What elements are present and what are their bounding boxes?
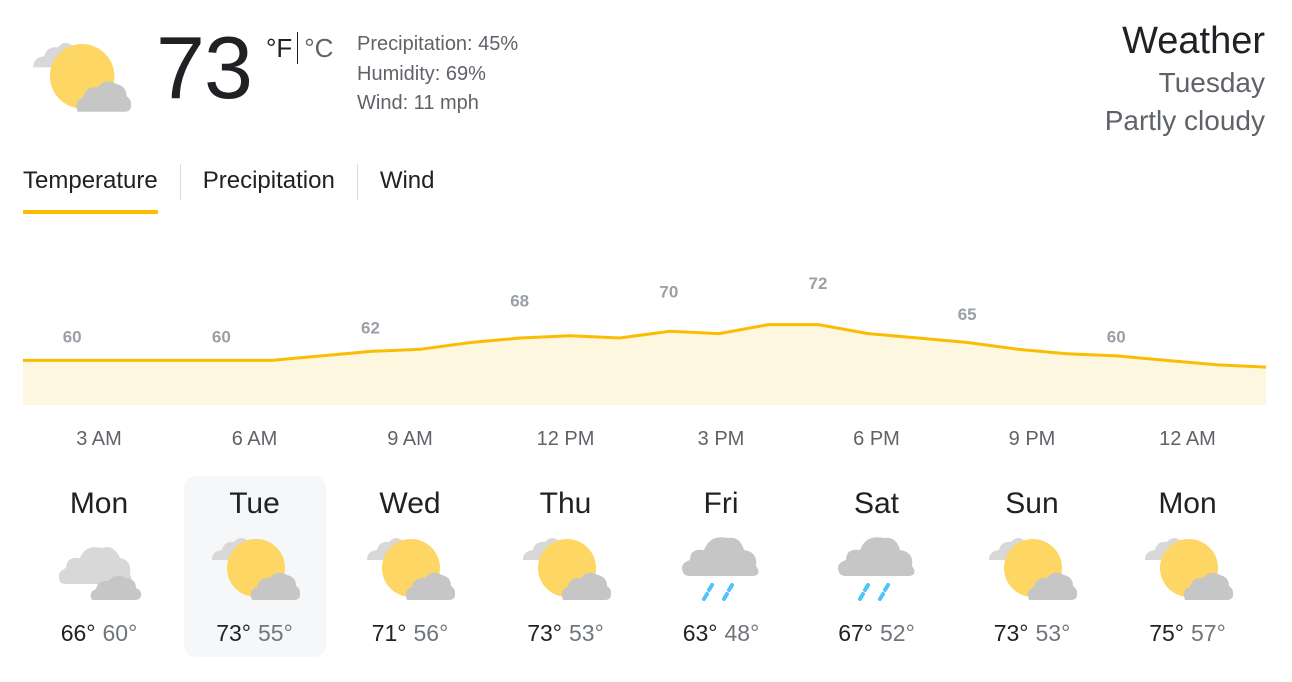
- day-temperatures: 66° 60°: [28, 618, 170, 648]
- day-name: Sun: [1005, 487, 1059, 520]
- unit-fahrenheit-toggle[interactable]: °F: [266, 33, 292, 64]
- high-temp: 73°: [216, 620, 251, 646]
- temperature-data-label: 65: [958, 305, 977, 324]
- day-name: Mon: [69, 487, 129, 520]
- metric-tabs: Temperature Precipitation Wind: [23, 160, 435, 216]
- forecast-day[interactable]: Fri 63° 48°: [650, 476, 792, 657]
- time-tick-label: 9 AM: [387, 428, 433, 450]
- day-name: Sat: [853, 487, 900, 520]
- condition-text: Partly cloudy: [1104, 105, 1265, 136]
- forecast-day[interactable]: Sun 73° 53°: [961, 476, 1103, 657]
- time-tick-label: 6 AM: [231, 428, 278, 450]
- tab-precipitation[interactable]: Precipitation: [203, 160, 335, 202]
- high-temp: 66°: [60, 620, 96, 646]
- partly-cloudy-icon: [210, 530, 300, 602]
- low-temp: 53°: [569, 620, 604, 646]
- day-temperatures: 67° 52°: [806, 618, 948, 648]
- cloudy-icon: [54, 530, 144, 602]
- low-temp: 53°: [1035, 620, 1071, 646]
- rain-icon: [676, 530, 766, 602]
- time-tick-label: 3 PM: [697, 428, 745, 450]
- low-temp: 56°: [413, 620, 449, 646]
- forecast-day[interactable]: Sat 67° 52°: [806, 476, 948, 657]
- selected-day-text: Tuesday: [1158, 67, 1265, 98]
- partly-cloudy-icon: [1143, 530, 1233, 602]
- temperature-data-label: 72: [809, 274, 828, 293]
- forecast-day-selected[interactable]: Tue 73° 55°: [183, 476, 326, 657]
- temperature-data-label: 60: [212, 327, 231, 346]
- day-temperatures: 71° 56°: [339, 618, 481, 648]
- unit-divider: [297, 32, 299, 64]
- time-tick-label: 12 AM: [1159, 428, 1216, 450]
- time-tick-label: 6 PM: [853, 428, 900, 450]
- rain-icon: [832, 530, 922, 602]
- unit-celsius-toggle[interactable]: °C: [304, 33, 333, 64]
- forecast-day[interactable]: Wed 71° 56°: [339, 476, 481, 657]
- low-temp: 60°: [102, 620, 138, 646]
- unit-switcher: °F °C: [266, 32, 333, 64]
- widget-title: Weather: [1122, 20, 1265, 62]
- day-temperatures: 73° 53°: [961, 618, 1103, 648]
- day-name: Fri: [703, 487, 739, 520]
- partly-cloudy-icon: [22, 34, 140, 114]
- tab-divider: [179, 164, 181, 200]
- day-temperatures: 73° 55°: [184, 618, 326, 648]
- high-temp: 73°: [993, 620, 1029, 646]
- daily-forecast: Mon 66° 60° Tue 73° 55° Wed 71° 56° Thu 73°…: [0, 476, 1292, 658]
- partly-cloudy-icon: [987, 530, 1077, 602]
- current-temperature: 73: [156, 18, 253, 117]
- high-temp: 63°: [682, 620, 718, 646]
- tab-divider: [356, 164, 358, 200]
- day-name: Thu: [539, 487, 592, 520]
- high-temp: 67°: [838, 620, 873, 646]
- low-temp: 57°: [1191, 620, 1226, 646]
- time-tick-label: 9 PM: [1008, 428, 1056, 450]
- humidity-text: Humidity: 69%: [357, 62, 486, 85]
- day-temperatures: 63° 48°: [650, 618, 792, 648]
- forecast-day[interactable]: Mon 75° 57°: [1117, 476, 1259, 657]
- time-axis: 3 AM 6 AM 9 AM 12 PM 3 PM 6 PM 9 PM 12 AM: [0, 428, 1292, 458]
- weather-heading: Weather Tuesday Partly cloudy: [1105, 18, 1265, 140]
- precipitation-text: Precipitation: 45%: [357, 33, 519, 55]
- low-temp: 55°: [258, 620, 293, 646]
- wind-text: Wind: 11 mph: [357, 92, 479, 114]
- high-temp: 71°: [371, 620, 407, 646]
- time-tick-label: 12 PM: [536, 428, 595, 450]
- day-name: Mon: [1158, 487, 1217, 520]
- partly-cloudy-icon: [521, 530, 611, 602]
- day-name: Tue: [229, 487, 280, 520]
- high-temp: 75°: [1149, 620, 1184, 646]
- day-temperatures: 73° 53°: [495, 618, 637, 648]
- tab-temperature[interactable]: Temperature: [23, 160, 158, 214]
- day-temperatures: 75° 57°: [1117, 618, 1259, 648]
- temperature-data-label: 60: [1107, 327, 1126, 346]
- partly-cloudy-icon: [365, 530, 455, 602]
- low-temp: 48°: [724, 620, 760, 646]
- low-temp: 52°: [880, 620, 915, 646]
- temperature-data-label: 68: [510, 292, 529, 311]
- time-tick-label: 3 AM: [76, 428, 122, 450]
- tab-wind[interactable]: Wind: [380, 160, 435, 202]
- forecast-day[interactable]: Mon 66° 60°: [28, 476, 170, 657]
- current-details: Precipitation: 45% Humidity: 69% Wind: 1…: [357, 30, 518, 119]
- forecast-day[interactable]: Thu 73° 53°: [495, 476, 637, 657]
- day-name: Wed: [379, 487, 441, 520]
- temperature-area-fill: [23, 324, 1266, 405]
- temperature-data-label: 70: [659, 283, 678, 302]
- temperature-data-label: 62: [361, 318, 380, 337]
- temperature-data-label: 60: [63, 327, 82, 346]
- high-temp: 73°: [527, 620, 562, 646]
- temperature-chart[interactable]: 60 60 62 68 70 72 65 60: [0, 270, 1292, 420]
